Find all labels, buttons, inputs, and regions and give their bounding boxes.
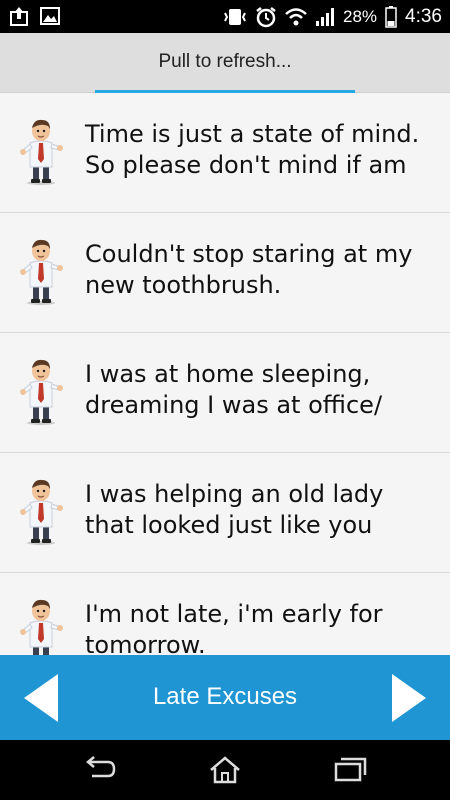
wifi-icon [285,7,307,27]
clock: 4:36 [405,6,442,27]
category-title: Late Excuses [152,683,298,710]
businessman-icon [14,237,68,305]
home-icon[interactable] [205,754,245,786]
status-bar: 28% 4:36 [0,0,450,33]
excuse-list-item[interactable]: Time is just a state of mind. So please … [0,93,450,213]
excuse-text: I was at home sleeping, dreaming I was a… [85,360,383,419]
category-bar: Late Excuses [0,655,450,740]
pull-to-refresh-header[interactable]: Pull to refresh... [0,33,450,94]
businessman-icon [14,357,68,425]
businessman-icon [14,477,68,545]
vibrate-icon [223,7,247,27]
businessman-icon [14,117,68,185]
battery-percentage: 28% [342,7,378,26]
excuse-list-item[interactable]: I was at home sleeping, dreaming I was a… [0,333,450,453]
system-navigation-bar [0,740,450,800]
excuse-list-item[interactable]: Couldn't stop staring at my new toothbru… [0,213,450,333]
system-icons: 28% 4:36 [223,4,442,30]
excuse-list-item[interactable]: I'm not late, i'm early for tomorrow. [0,573,450,655]
recent-apps-icon[interactable] [330,754,370,786]
excuse-list-item[interactable]: I was helping an old lady that looked ju… [0,453,450,573]
image-icon [40,7,60,25]
back-icon[interactable] [80,754,120,786]
businessman-icon [14,597,68,655]
excuse-text: I'm not late, i'm early for tomorrow. [85,600,383,655]
alarm-icon [255,6,277,28]
excuse-text: I was helping an old lady that looked ju… [85,480,384,539]
next-arrow-icon[interactable] [388,670,430,726]
excuse-text: Time is just a state of mind. So please … [85,120,420,179]
notification-icons [10,6,60,26]
refresh-label: Pull to refresh... [158,51,292,72]
upload-icon [10,6,28,26]
excuse-text: Couldn't stop staring at my new toothbru… [85,240,413,299]
excuse-list[interactable]: Time is just a state of mind. So please … [0,93,450,655]
signal-icon [315,7,335,27]
battery-icon [385,6,397,28]
